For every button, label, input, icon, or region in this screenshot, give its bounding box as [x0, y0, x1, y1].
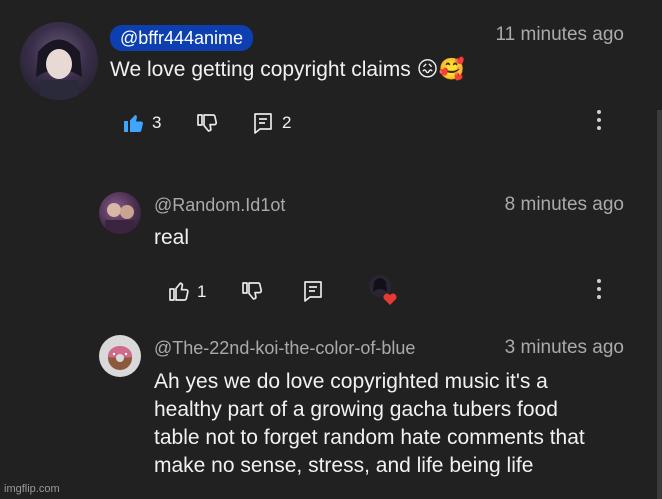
comment-text: We love getting copyright claims 😖🥰: [110, 56, 465, 84]
comment-text-line: Ah yes we do love copyrighted music it's…: [154, 370, 548, 393]
donut-avatar-art: [108, 346, 132, 370]
comment-timestamp[interactable]: 3 minutes ago: [505, 337, 624, 359]
comment-text: real: [154, 226, 190, 249]
reply-count: 2: [282, 113, 292, 132]
comment-emoji: 😖🥰: [416, 58, 465, 81]
comment-text-line: make no sense, stress, and life being li…: [154, 454, 534, 477]
thumbs-down-icon: [242, 282, 263, 300]
comment-author-handle[interactable]: @bffr444anime: [110, 25, 254, 51]
comment-text: Ah yes we do love copyrighted music it's…: [154, 368, 585, 480]
like-count: 3: [152, 113, 162, 132]
more-vert-icon[interactable]: [596, 279, 602, 303]
comment-text-line: table not to forget random hate comments…: [154, 426, 585, 449]
comment-author-handle[interactable]: @The-22nd-koi-the-color-of-blue: [154, 337, 415, 359]
avatar[interactable]: [99, 335, 141, 377]
comment-text-line: healthy part of a growing gacha tubers f…: [154, 398, 558, 421]
comment-text-content: We love getting copyright claims: [110, 58, 411, 81]
like-button[interactable]: [122, 111, 146, 135]
scrollbar[interactable]: [657, 110, 662, 499]
thumbs-up-icon: [169, 282, 189, 301]
creator-heart-badge: [369, 275, 397, 305]
dislike-button[interactable]: [195, 111, 219, 135]
reply-icon: [304, 281, 322, 302]
comment-timestamp[interactable]: 11 minutes ago: [495, 24, 624, 46]
more-vert-icon[interactable]: [596, 110, 602, 134]
avatar[interactable]: [99, 192, 141, 234]
like-button[interactable]: [167, 279, 191, 303]
comment-timestamp[interactable]: 8 minutes ago: [505, 194, 624, 216]
thumbs-up-icon: [124, 115, 143, 132]
dislike-button[interactable]: [240, 279, 264, 303]
reply-icon: [254, 113, 272, 134]
avatar-art: [105, 203, 135, 234]
avatar[interactable]: [20, 22, 98, 100]
watermark: imgflip.com: [4, 483, 60, 495]
reply-button[interactable]: [302, 279, 324, 303]
comment-author-handle[interactable]: @Random.Id1ot: [154, 194, 285, 216]
reply-button[interactable]: [252, 111, 274, 135]
avatar-art: [36, 39, 82, 100]
creator-heart-icon: [366, 272, 400, 306]
thumbs-down-icon: [197, 114, 218, 132]
like-count: 1: [197, 282, 207, 301]
